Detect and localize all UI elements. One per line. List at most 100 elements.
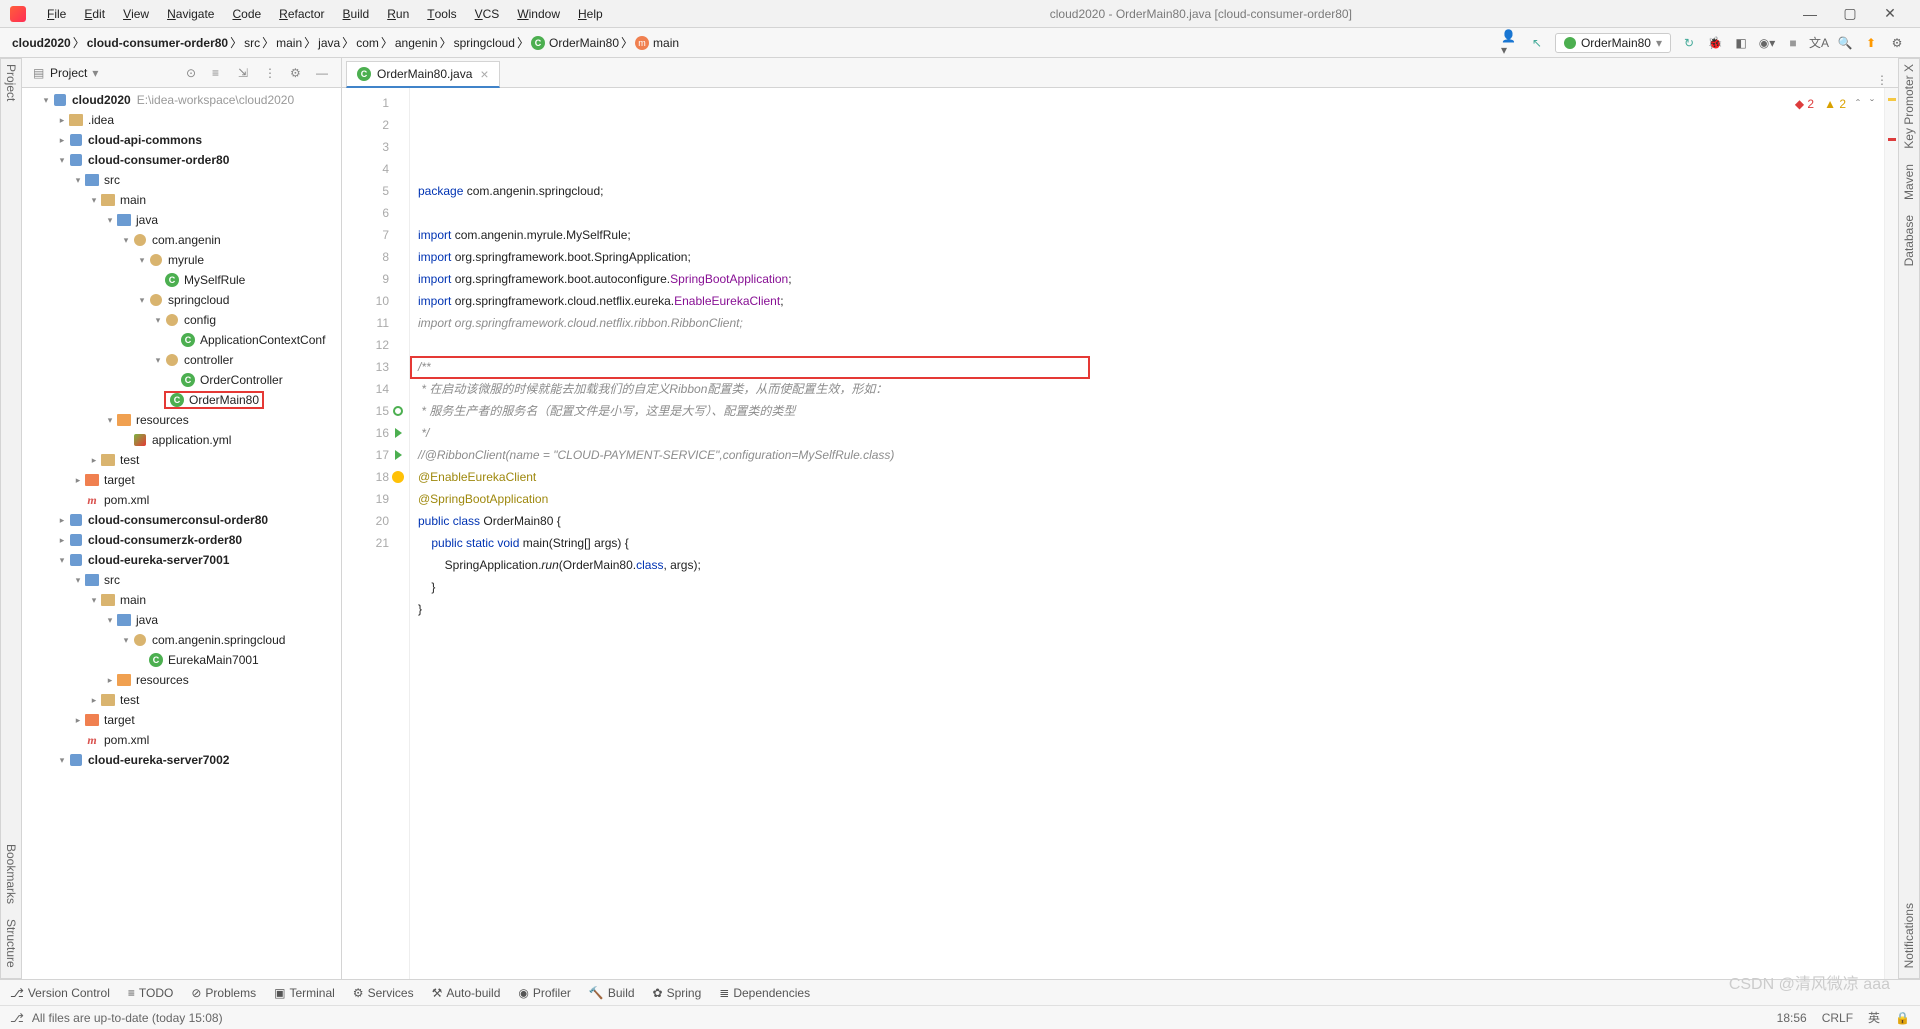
profile-icon[interactable]: ◉▾ xyxy=(1757,33,1777,53)
tree-java[interactable]: ▾java xyxy=(22,210,341,230)
tree-test[interactable]: ▸test xyxy=(22,450,341,470)
code-line-13[interactable]: //@RibbonClient(name = "CLOUD-PAYMENT-SE… xyxy=(418,444,1876,466)
run-configuration-selector[interactable]: OrderMain80 ▾ xyxy=(1555,33,1671,53)
status-encoding[interactable]: CRLF xyxy=(1822,1011,1853,1025)
translate-icon[interactable]: 文A xyxy=(1809,33,1829,53)
tree-src[interactable]: ▾src xyxy=(22,570,341,590)
tree-myselfrule[interactable]: CMySelfRule xyxy=(22,270,341,290)
bottom-services[interactable]: ⚙Services xyxy=(353,986,414,1000)
bottom-version-control[interactable]: ⎇Version Control xyxy=(10,986,110,1000)
tree--idea[interactable]: ▸.idea xyxy=(22,110,341,130)
gutter-circle-green[interactable] xyxy=(393,406,403,416)
bottom-spring[interactable]: ✿Spring xyxy=(653,986,702,1000)
tree-eurekamain7001[interactable]: CEurekaMain7001 xyxy=(22,650,341,670)
right-tool-database[interactable]: Database xyxy=(1902,215,1916,266)
gutter-triangle-green[interactable] xyxy=(395,450,402,460)
vcs-status-icon[interactable]: ⎇ xyxy=(10,1011,24,1025)
code-editor[interactable]: 123456789101112131415161718192021 ◆ 2 ▲ … xyxy=(342,88,1898,979)
tree-ordercontroller[interactable]: COrderController xyxy=(22,370,341,390)
code-line-1[interactable]: package com.angenin.springcloud; xyxy=(418,180,1876,202)
project-tree[interactable]: ▾cloud2020E:\idea-workspace\cloud2020▸.i… xyxy=(22,88,341,979)
tree-java[interactable]: ▾java xyxy=(22,610,341,630)
tree-myrule[interactable]: ▾myrule xyxy=(22,250,341,270)
code-line-11[interactable]: * 服务生产者的服务名（配置文件是小写，这里是大写）、配置类的类型 xyxy=(418,400,1876,422)
code-line-17[interactable]: public static void main(String[] args) { xyxy=(418,532,1876,554)
tab-ordermain80[interactable]: C OrderMain80.java × xyxy=(346,61,500,88)
gutter-bulb[interactable] xyxy=(392,471,404,483)
code-line-19[interactable]: } xyxy=(418,576,1876,598)
tree-target[interactable]: ▸target xyxy=(22,470,341,490)
project-dropdown-icon[interactable]: ▾ xyxy=(92,66,98,80)
tree-cloud-consumer-order80[interactable]: ▾cloud-consumer-order80 xyxy=(22,150,341,170)
code-line-4[interactable]: import org.springframework.boot.SpringAp… xyxy=(418,246,1876,268)
tree-src[interactable]: ▾src xyxy=(22,170,341,190)
close-button[interactable]: ✕ xyxy=(1870,0,1910,27)
tree-springcloud[interactable]: ▾springcloud xyxy=(22,290,341,310)
code-line-8[interactable] xyxy=(418,334,1876,356)
scroll-indicator[interactable] xyxy=(1884,88,1898,979)
tree-com-angenin[interactable]: ▾com.angenin xyxy=(22,230,341,250)
bottom-auto-build[interactable]: ⚒Auto-build xyxy=(432,986,501,1000)
tree-config[interactable]: ▾config xyxy=(22,310,341,330)
gutter-triangle-green[interactable] xyxy=(395,428,402,438)
bottom-terminal[interactable]: ▣Terminal xyxy=(274,986,335,1000)
bottom-build[interactable]: 🔨Build xyxy=(589,986,635,1000)
code-line-7[interactable]: import org.springframework.cloud.netflix… xyxy=(418,312,1876,334)
breadcrumb-ordermain80[interactable]: COrderMain80 xyxy=(529,36,621,50)
tree-applicationcontextconf[interactable]: CApplicationContextConf xyxy=(22,330,341,350)
left-tool-project[interactable]: Project xyxy=(4,64,18,101)
menu-vcs[interactable]: VCS xyxy=(466,7,509,21)
tree-target[interactable]: ▸target xyxy=(22,710,341,730)
menu-refactor[interactable]: Refactor xyxy=(270,7,333,21)
tree-application-yml[interactable]: application.yml xyxy=(22,430,341,450)
tabs-menu-icon[interactable]: ⋮ xyxy=(1866,73,1898,87)
breadcrumb-src[interactable]: src xyxy=(242,36,262,50)
tree-cloud2020[interactable]: ▾cloud2020E:\idea-workspace\cloud2020 xyxy=(22,90,341,110)
gear-icon[interactable]: ⚙ xyxy=(290,66,304,80)
code-line-10[interactable]: * 在启动该微服的时候就能去加载我们的自定义Ribbon配置类，从而使配置生效，… xyxy=(418,378,1876,400)
code-line-15[interactable]: @SpringBootApplication xyxy=(418,488,1876,510)
tree-controller[interactable]: ▾controller xyxy=(22,350,341,370)
menu-edit[interactable]: Edit xyxy=(75,7,114,21)
bottom-profiler[interactable]: ◉Profiler xyxy=(518,986,571,1000)
status-lang[interactable]: 英 xyxy=(1868,1009,1880,1026)
code-line-6[interactable]: import org.springframework.cloud.netflix… xyxy=(418,290,1876,312)
tree-pom-xml[interactable]: mpom.xml xyxy=(22,490,341,510)
maximize-button[interactable]: ▢ xyxy=(1830,0,1870,27)
breadcrumb-main[interactable]: main xyxy=(274,36,304,50)
breadcrumb-com[interactable]: com xyxy=(354,36,381,50)
menu-tools[interactable]: Tools xyxy=(418,7,465,21)
settings-icon[interactable]: ⚙ xyxy=(1887,33,1907,53)
tree-main[interactable]: ▾main xyxy=(22,190,341,210)
expand-icon[interactable]: ≡ xyxy=(212,66,226,80)
tree-cloud-eureka-server7002[interactable]: ▾cloud-eureka-server7002 xyxy=(22,750,341,770)
bottom-problems[interactable]: ⊘Problems xyxy=(191,986,256,1000)
collapse-icon[interactable]: ⇲ xyxy=(238,66,252,80)
search-icon[interactable]: 🔍 xyxy=(1835,33,1855,53)
menu-help[interactable]: Help xyxy=(569,7,612,21)
status-lock-icon[interactable]: 🔒 xyxy=(1895,1011,1910,1025)
back-arrow-icon[interactable]: ↖ xyxy=(1527,33,1547,53)
tree-pom-xml[interactable]: mpom.xml xyxy=(22,730,341,750)
tree-cloud-api-commons[interactable]: ▸cloud-api-commons xyxy=(22,130,341,150)
breadcrumb-main[interactable]: mmain xyxy=(633,36,681,50)
coverage-icon[interactable]: ◧ xyxy=(1731,33,1751,53)
breadcrumb-angenin[interactable]: angenin xyxy=(393,36,440,50)
code-line-21[interactable] xyxy=(418,620,1876,642)
menu-view[interactable]: View xyxy=(114,7,158,21)
breadcrumb-java[interactable]: java xyxy=(316,36,342,50)
options-icon[interactable]: ⋮ xyxy=(264,66,278,80)
tree-com-angenin-springcloud[interactable]: ▾com.angenin.springcloud xyxy=(22,630,341,650)
tab-close-icon[interactable]: × xyxy=(480,66,488,82)
left-tool-bookmarks[interactable]: Bookmarks xyxy=(4,844,18,904)
locate-icon[interactable]: ⊙ xyxy=(186,66,200,80)
code-line-16[interactable]: public class OrderMain80 { xyxy=(418,510,1876,532)
menu-build[interactable]: Build xyxy=(334,7,379,21)
tree-cloud-consumerconsul-order80[interactable]: ▸cloud-consumerconsul-order80 xyxy=(22,510,341,530)
breadcrumb-springcloud[interactable]: springcloud xyxy=(452,36,517,50)
code-line-3[interactable]: import com.angenin.myrule.MySelfRule; xyxy=(418,224,1876,246)
menu-run[interactable]: Run xyxy=(378,7,418,21)
code-content[interactable]: ◆ 2 ▲ 2 ˆˇ package com.angenin.springclo… xyxy=(410,88,1884,979)
right-tool-keypromoter[interactable]: Key Promoter X xyxy=(1902,64,1916,149)
stop-icon[interactable]: ■ xyxy=(1783,33,1803,53)
